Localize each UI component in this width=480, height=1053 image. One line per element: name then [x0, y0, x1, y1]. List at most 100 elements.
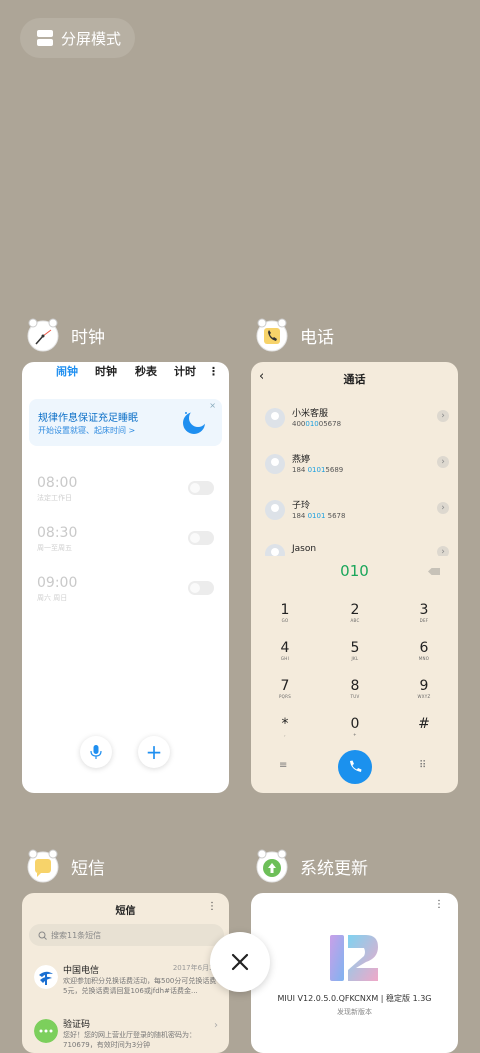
dial-key-digit: #	[418, 716, 430, 732]
chevron-right-icon[interactable]: ›	[437, 502, 449, 514]
dial-key-digit: 2	[350, 602, 360, 618]
split-screen-button[interactable]: 分屏模式	[20, 18, 135, 58]
dial-key-letters: DEF	[419, 618, 429, 623]
dial-key-letters: ABC	[350, 618, 360, 623]
dial-key-digit: 7	[280, 678, 290, 694]
verification-code-avatar	[34, 1019, 58, 1043]
moon-icon	[183, 409, 207, 434]
clock-app-header[interactable]: 时钟	[25, 317, 105, 353]
message-preview: 欢迎参加积分兑换话费活动，每500分可兑换话费5元，兑换话费请回复106或jfd…	[63, 977, 217, 995]
contact-item[interactable]: 燕婷 184 01015689 ›	[265, 452, 451, 482]
phone-app-card[interactable]: ‹ 通话 小米客服 40001005678 › 燕婷 184 01015689 …	[251, 362, 458, 793]
menu-icon[interactable]: ≡	[279, 760, 287, 771]
avatar	[265, 408, 285, 428]
add-alarm-button[interactable]: +	[138, 736, 170, 768]
contact-number: 184 0101 5678	[292, 512, 346, 520]
contact-name: 子玲	[292, 501, 311, 511]
chevron-right-icon[interactable]: ›	[437, 410, 449, 422]
chevron-right-icon[interactable]: ›	[437, 546, 449, 556]
tab-stopwatch[interactable]: 秒表	[135, 363, 157, 379]
update-app-card[interactable]: ⋮ MIUI V12.0.5.0.QFKCNXM | 稳定版 1.3G 发现新版…	[251, 893, 458, 1053]
microphone-icon	[90, 745, 102, 759]
avatar	[265, 454, 285, 474]
more-icon[interactable]: ⋮	[434, 899, 444, 910]
close-icon[interactable]: ×	[209, 401, 216, 410]
miui-12-logo	[330, 935, 378, 981]
alarm-time: 08:30	[37, 525, 78, 541]
dial-key[interactable]: #	[404, 716, 444, 732]
contact-item[interactable]: 子玲 184 0101 5678 ›	[265, 498, 451, 528]
search-placeholder: 搜索11条短信	[51, 930, 102, 940]
dial-key[interactable]: 9 WXYZ	[404, 678, 444, 699]
miui-version: MIUI V12.0.5.0.QFKCNXM | 稳定版 1.3G	[277, 994, 432, 1003]
sms-app-name: 短信	[71, 858, 105, 879]
call-button[interactable]	[338, 750, 372, 784]
sms-app-header[interactable]: 短信	[25, 848, 105, 884]
contact-number: 184 01015689	[292, 466, 344, 474]
clock-app-card[interactable]: 闹钟 时钟 秒表 计时 ⋮ 规律作息保证充足睡眠 开始设置就寝、起床时间 > ×…	[22, 362, 229, 793]
dial-key-digit: 0	[350, 716, 360, 732]
split-screen-icon	[37, 30, 53, 46]
dial-key-letters: PQRS	[278, 694, 292, 699]
dial-key[interactable]: 0 +	[335, 716, 375, 737]
dial-input[interactable]: 010	[251, 562, 458, 580]
sleep-banner[interactable]: 规律作息保证充足睡眠 开始设置就寝、起床时间 > ×	[29, 399, 222, 446]
tab-clock[interactable]: 时钟	[95, 363, 117, 379]
message-preview: 您好！您的网上营业厅登录的随机密码为：710679，有效时间为3分钟	[63, 1031, 196, 1049]
contact-item[interactable]: Jason ›	[265, 542, 451, 556]
alarm-desc: 周六 周日	[37, 594, 68, 602]
dial-key-digit: 6	[419, 640, 429, 656]
tab-timer[interactable]: 计时	[174, 363, 196, 379]
close-icon	[231, 953, 249, 971]
alarm-toggle[interactable]	[188, 581, 214, 595]
dial-key[interactable]: 3 DEF	[404, 602, 444, 623]
china-telecom-logo	[34, 965, 58, 989]
microphone-button[interactable]	[80, 736, 112, 768]
dial-key-digit: 5	[350, 640, 360, 656]
dial-key-digit: 4	[280, 640, 290, 656]
sms-app-card[interactable]: 短信 ⋮ 搜索11条短信 中国电信 2017年6月30 欢迎参加积分兑换话费活动…	[22, 893, 229, 1053]
dial-key[interactable]: 2 ABC	[335, 602, 375, 623]
dial-key-digit: *	[281, 716, 289, 732]
dial-key[interactable]: 6 MNO	[404, 640, 444, 661]
clear-all-button[interactable]	[210, 932, 270, 992]
clock-app-name: 时钟	[71, 327, 105, 348]
alarm-desc: 周一至周五	[37, 544, 72, 552]
contact-name: Jason	[292, 544, 317, 554]
phone-app-header[interactable]: 电话	[254, 317, 334, 353]
update-app-name: 系统更新	[300, 858, 368, 879]
avatar	[265, 544, 285, 556]
dial-key[interactable]: *,	[265, 716, 305, 737]
banner-title: 规律作息保证充足睡眠	[38, 413, 138, 424]
alarm-item[interactable]: 08:30 周一至周五	[37, 525, 77, 553]
alarm-toggle[interactable]	[188, 531, 214, 545]
dial-key-digit: 8	[350, 678, 360, 694]
dial-key[interactable]: 8 TUV	[335, 678, 375, 699]
phone-title: 通话	[343, 373, 366, 386]
plus-icon: +	[145, 740, 163, 764]
dial-key[interactable]: 7 PQRS	[265, 678, 305, 699]
clock-app-icon	[27, 318, 59, 352]
tab-alarm[interactable]: 闹钟	[56, 363, 78, 379]
dial-key[interactable]: 5 JKL	[335, 640, 375, 661]
dial-key-letters: GO	[281, 618, 289, 623]
dial-key-letters: WXYZ	[417, 694, 431, 699]
phone-call-icon	[350, 760, 362, 772]
alarm-item[interactable]: 09:00 周六 周日	[37, 575, 77, 603]
dialpad-icon[interactable]: ⠿	[419, 760, 426, 771]
update-app-header[interactable]: 系统更新	[254, 848, 368, 884]
dial-key-letters: ,	[284, 732, 286, 737]
contact-item[interactable]: 小米客服 40001005678 ›	[265, 406, 451, 436]
dial-key[interactable]: 4 GHI	[265, 640, 305, 661]
more-icon[interactable]: ⋮	[207, 901, 217, 912]
banner-subtitle: 开始设置就寝、起床时间 >	[38, 426, 136, 435]
alarm-toggle[interactable]	[188, 481, 214, 495]
chevron-right-icon[interactable]: ›	[437, 456, 449, 468]
dial-key[interactable]: 1 GO	[265, 602, 305, 623]
sender-name: 中国电信	[63, 966, 100, 976]
contact-number: 40001005678	[292, 420, 342, 428]
alarm-item[interactable]: 08:00 法定工作日	[37, 475, 77, 503]
sms-search-input[interactable]: 搜索11条短信	[29, 924, 224, 946]
system-update-app-icon	[256, 849, 288, 883]
more-icon[interactable]: ⋮	[208, 365, 219, 378]
